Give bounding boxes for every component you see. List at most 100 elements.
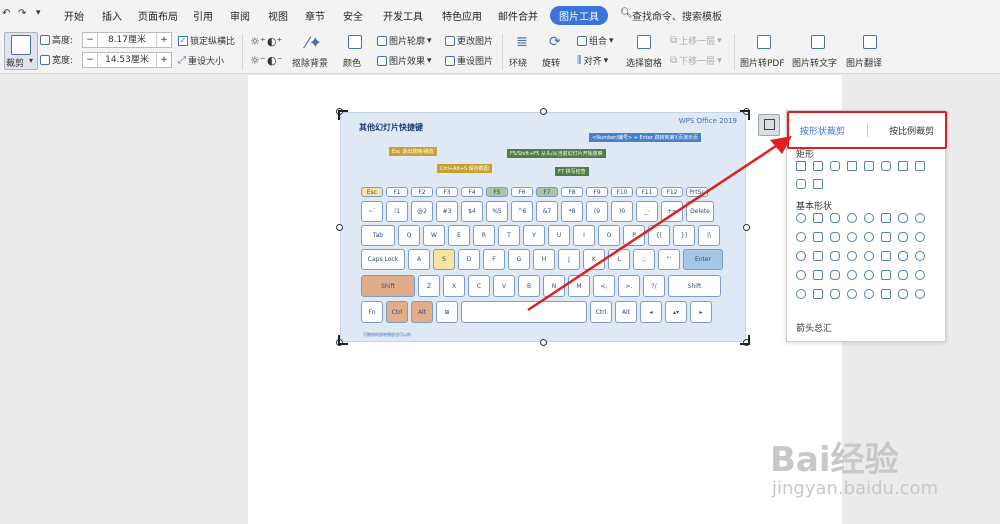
remove-background-button[interactable]: ⁄✦ 抠除背景	[292, 32, 342, 72]
change-picture-button[interactable]: 更改图片	[445, 34, 493, 47]
basic-shape[interactable]	[915, 232, 925, 242]
tab-picture-tools[interactable]: 图片工具	[550, 6, 608, 25]
width-increase-button[interactable]: +	[157, 55, 171, 65]
basic-shape[interactable]	[881, 232, 891, 242]
rectangle-shape[interactable]	[898, 161, 908, 171]
width-field[interactable]: − 14.53厘米 +	[82, 52, 172, 68]
tab-review[interactable]: 审阅	[230, 8, 250, 23]
basic-shape[interactable]	[881, 251, 891, 261]
basic-shape[interactable]	[847, 270, 857, 280]
brightness-down-button[interactable]: ☼⁻	[250, 54, 266, 67]
rectangle-shape[interactable]	[915, 161, 925, 171]
tab-view[interactable]: 视图	[268, 8, 288, 23]
crop-corner-bottom-left[interactable]	[338, 335, 348, 345]
height-decrease-button[interactable]: −	[83, 35, 97, 45]
tab-developer[interactable]: 开发工具	[383, 8, 423, 23]
basic-shape[interactable]	[830, 289, 840, 299]
lock-ratio-checkbox[interactable]: ✓ 锁定纵横比	[178, 34, 235, 47]
reset-size-button[interactable]: ⤢ 重设大小	[178, 54, 224, 67]
height-value[interactable]: 8.17厘米	[97, 33, 157, 47]
basic-shape[interactable]	[813, 232, 823, 242]
height-increase-button[interactable]: +	[157, 35, 171, 45]
width-decrease-button[interactable]: −	[83, 55, 97, 65]
basic-shape[interactable]	[898, 270, 908, 280]
height-field[interactable]: − 8.17厘米 +	[82, 32, 172, 48]
basic-shape[interactable]	[830, 213, 840, 223]
basic-shape[interactable]	[813, 270, 823, 280]
basic-shape[interactable]	[915, 213, 925, 223]
basic-shape[interactable]	[915, 270, 925, 280]
tab-home[interactable]: 开始	[64, 8, 84, 23]
basic-shape[interactable]	[864, 213, 874, 223]
basic-shape[interactable]	[830, 232, 840, 242]
tab-security[interactable]: 安全	[343, 8, 363, 23]
search-icon[interactable]: 🔍︎	[620, 8, 633, 19]
resize-handle-left[interactable]	[336, 224, 343, 231]
picture-outline-button[interactable]: 图片轮廓 ▾	[377, 34, 432, 47]
color-button[interactable]: 颜色	[342, 32, 370, 72]
send-backward-button[interactable]: ⧉ 下移一层 ▾	[670, 54, 722, 67]
picture-effect-button[interactable]: 图片效果 ▾	[377, 54, 432, 67]
rectangle-shape[interactable]	[864, 161, 874, 171]
basic-shape[interactable]	[847, 289, 857, 299]
basic-shape[interactable]	[813, 289, 823, 299]
basic-shape[interactable]	[830, 251, 840, 261]
resize-handle-top[interactable]	[540, 108, 547, 115]
selection-pane-button[interactable]: 选择窗格	[624, 32, 664, 72]
basic-shape[interactable]	[864, 270, 874, 280]
bring-forward-button[interactable]: ⧉ 上移一层 ▾	[670, 34, 722, 47]
crop-corner-top-right[interactable]	[740, 110, 750, 120]
basic-shape[interactable]	[881, 289, 891, 299]
tab-chapter[interactable]: 章节	[305, 8, 325, 23]
tab-page-layout[interactable]: 页面布局	[138, 8, 178, 23]
basic-shape[interactable]	[898, 251, 908, 261]
basic-shape[interactable]	[847, 251, 857, 261]
brightness-up-button[interactable]: ☼⁺	[250, 35, 266, 48]
reset-picture-button[interactable]: 重设图片	[445, 54, 493, 67]
basic-shape[interactable]	[864, 232, 874, 242]
picture-to-pdf-button[interactable]: 图片转PDF	[740, 32, 790, 72]
basic-shape[interactable]	[864, 251, 874, 261]
redo-icon[interactable]: ↷	[18, 8, 26, 19]
undo-icon[interactable]: ↶	[2, 8, 10, 19]
rectangle-shape[interactable]	[881, 161, 891, 171]
basic-shape[interactable]	[915, 251, 925, 261]
rotate-button[interactable]: ⟳ 旋转	[541, 32, 573, 72]
tab-special[interactable]: 特色应用	[442, 8, 482, 23]
width-value[interactable]: 14.53厘米	[97, 53, 157, 67]
basic-shape[interactable]	[813, 213, 823, 223]
basic-shape[interactable]	[813, 251, 823, 261]
basic-shape[interactable]	[830, 270, 840, 280]
contrast-up-button[interactable]: ◐⁺	[267, 35, 282, 48]
tab-crop-by-shape[interactable]: 按形状裁剪	[800, 124, 845, 137]
tab-crop-by-ratio[interactable]: 按比例裁剪	[889, 124, 934, 137]
crop-corner-bottom-right[interactable]	[740, 335, 750, 345]
rectangle-shape[interactable]	[847, 161, 857, 171]
basic-shape[interactable]	[898, 213, 908, 223]
basic-shape[interactable]	[864, 289, 874, 299]
tab-mail-merge[interactable]: 邮件合并	[498, 8, 538, 23]
rectangle-shape[interactable]	[830, 161, 840, 171]
picture-translate-button[interactable]: 图片翻译	[846, 32, 896, 72]
group-button[interactable]: 组合 ▾	[577, 34, 614, 47]
basic-shape[interactable]	[881, 213, 891, 223]
basic-shape[interactable]	[898, 232, 908, 242]
tab-insert[interactable]: 插入	[102, 8, 122, 23]
basic-shape[interactable]	[847, 213, 857, 223]
resize-handle-bottom[interactable]	[540, 339, 547, 346]
basic-shape[interactable]	[898, 289, 908, 299]
rectangle-shape[interactable]	[813, 179, 823, 189]
wrap-button[interactable]: ≣ 环绕	[508, 32, 540, 72]
basic-shape[interactable]	[881, 270, 891, 280]
search-command-box[interactable]: 查找命令、搜索模板	[632, 8, 722, 23]
contrast-down-button[interactable]: ◐⁻	[267, 54, 282, 67]
crop-dropdown-icon[interactable]: ▾	[29, 56, 33, 65]
align-button[interactable]: ⫼ 对齐 ▾	[577, 54, 608, 67]
picture-to-text-button[interactable]: 图片转文字	[792, 32, 844, 72]
basic-shape[interactable]	[847, 232, 857, 242]
crop-corner-top-left[interactable]	[338, 110, 348, 120]
quick-access-dropdown-icon[interactable]: ▾	[36, 8, 41, 18]
rectangle-shape[interactable]	[813, 161, 823, 171]
tab-references[interactable]: 引用	[193, 8, 213, 23]
basic-shape[interactable]	[915, 289, 925, 299]
